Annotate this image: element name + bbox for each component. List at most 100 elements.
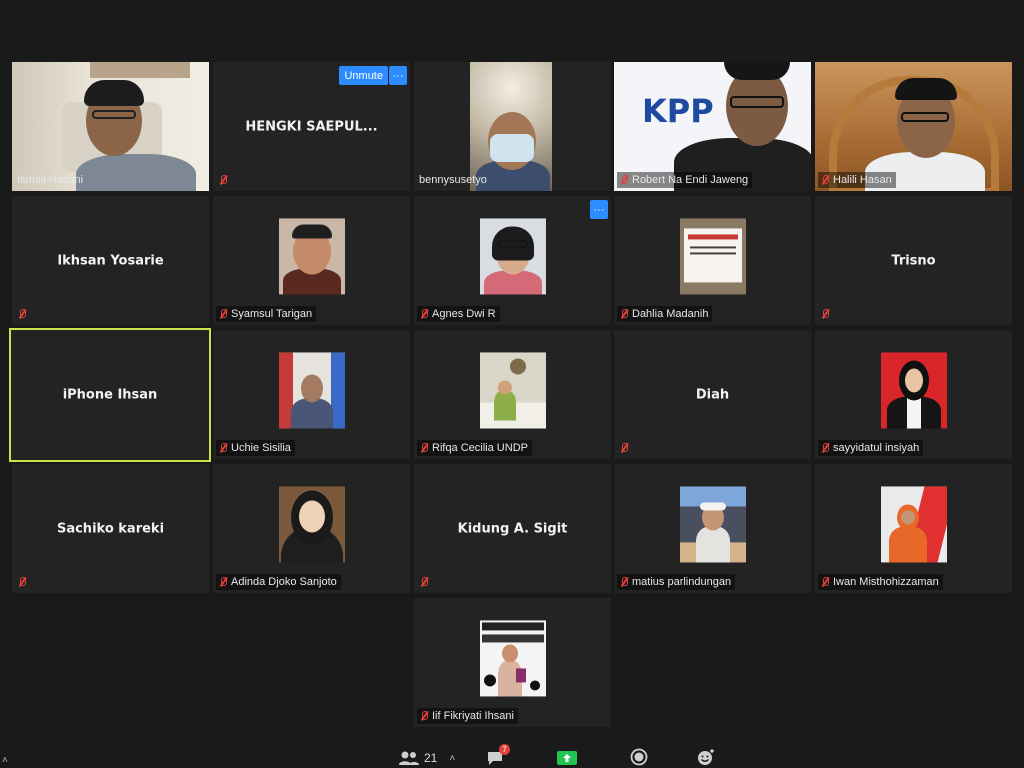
- participant-name-label: [417, 574, 433, 590]
- participant-name: sayyidatul insiyah: [833, 442, 920, 454]
- participant-tile[interactable]: matius parlindungan: [614, 464, 811, 593]
- participant-name-label: [617, 440, 633, 456]
- participant-name: Ismail Hasani: [17, 174, 84, 186]
- participant-name: Dahlia Madanih: [632, 308, 709, 320]
- record-button[interactable]: [630, 748, 648, 766]
- participant-name-label: Ismail Hasani: [15, 172, 87, 188]
- participant-tile[interactable]: Adinda Djoko Sanjoto: [213, 464, 410, 593]
- participant-name: HENGKI SAEPUL...: [245, 119, 378, 134]
- mic-muted-icon: [218, 174, 228, 186]
- profile-photo: [679, 485, 746, 562]
- participant-name-label: [15, 574, 31, 590]
- participant-tile[interactable]: Dahlia Madanih: [614, 196, 811, 325]
- mic-muted-icon: [419, 442, 429, 454]
- participant-name: matius parlindungan: [632, 576, 732, 588]
- participant-name-label: Adinda Djoko Sanjoto: [216, 574, 341, 590]
- gallery-grid: Ismail Hasani HENGKI SAEPUL... Unmute ··…: [0, 0, 1024, 768]
- participant-tile[interactable]: bennysusetyo: [414, 62, 611, 191]
- profile-photo: [278, 217, 345, 294]
- share-screen-button[interactable]: [556, 750, 578, 766]
- mic-muted-icon: [820, 576, 830, 588]
- participant-name: bennysusetyo: [419, 174, 487, 186]
- participant-name: Iwan Misthohizzaman: [833, 576, 939, 588]
- participant-name: Halili Hasan: [833, 174, 892, 186]
- chat-unread-badge: 7: [499, 744, 510, 755]
- reactions-button[interactable]: [696, 748, 716, 766]
- participant-tile[interactable]: Diah: [614, 330, 811, 459]
- participant-name-label: Iif Fikriyati Ihsani: [417, 708, 518, 724]
- toolbar-left-caret[interactable]: ˄: [2, 755, 8, 766]
- participant-name: Uchie Sisilia: [231, 442, 291, 454]
- participant-name: iPhone Ihsan: [62, 387, 158, 403]
- mic-muted-icon: [218, 576, 228, 588]
- participant-name-label: matius parlindungan: [617, 574, 736, 590]
- mic-muted-icon: [619, 442, 629, 454]
- backdrop-logo-text: KPP: [642, 92, 714, 130]
- participant-tile-active-speaker[interactable]: iPhone Ihsan: [9, 328, 211, 462]
- mic-muted-icon: [17, 576, 27, 588]
- profile-photo: [880, 351, 947, 428]
- participant-tile[interactable]: Halili Hasan: [815, 62, 1012, 191]
- participant-name: Kidung A. Sigit: [457, 521, 568, 536]
- participant-name-label: Uchie Sisilia: [216, 440, 295, 456]
- mic-muted-icon: [419, 576, 429, 588]
- participants-count: 21: [424, 751, 438, 765]
- participant-tile[interactable]: Syamsul Tarigan: [213, 196, 410, 325]
- profile-photo: [479, 351, 546, 428]
- participant-tile[interactable]: Iif Fikriyati Ihsani: [414, 598, 611, 727]
- participant-name: Sachiko kareki: [56, 521, 165, 536]
- profile-photo: [880, 485, 947, 562]
- participant-name-label: [216, 172, 232, 188]
- more-options-button[interactable]: ···: [590, 200, 608, 219]
- reactions-icon: [698, 749, 714, 765]
- participant-name-label: sayyidatul insiyah: [818, 440, 924, 456]
- participant-tile[interactable]: Trisno: [815, 196, 1012, 325]
- participant-tile[interactable]: Uchie Sisilia: [213, 330, 410, 459]
- more-options-button[interactable]: ···: [389, 66, 407, 85]
- chat-icon-wrap: 7: [486, 744, 510, 766]
- profile-photo: [479, 619, 546, 696]
- participant-tile[interactable]: ··· Agnes Dwi R: [414, 196, 611, 325]
- profile-photo: [479, 217, 546, 294]
- participant-tile[interactable]: Iwan Misthohizzaman: [815, 464, 1012, 593]
- meeting-toolbar: ˄ 21 ˄ 7: [0, 744, 1024, 768]
- participant-name: Adinda Djoko Sanjoto: [231, 576, 337, 588]
- participant-name: Syamsul Tarigan: [231, 308, 313, 320]
- participant-name-label: Agnes Dwi R: [417, 306, 500, 322]
- participant-name-label: Robert Na Endi Jaweng: [617, 172, 753, 188]
- participant-tile[interactable]: Kidung A. Sigit: [414, 464, 611, 593]
- participant-tile[interactable]: Ismail Hasani: [12, 62, 209, 191]
- mic-muted-icon: [218, 442, 228, 454]
- profile-photo: [278, 351, 345, 428]
- participant-name-label: [15, 306, 31, 322]
- unmute-button[interactable]: Unmute: [339, 66, 388, 85]
- participant-tile[interactable]: sayyidatul insiyah: [815, 330, 1012, 459]
- participant-name-label: Dahlia Madanih: [617, 306, 713, 322]
- participant-tile[interactable]: HENGKI SAEPUL... Unmute ···: [213, 62, 410, 191]
- participant-tile[interactable]: Rifqa Cecilia UNDP: [414, 330, 611, 459]
- participant-name-label: Syamsul Tarigan: [216, 306, 317, 322]
- mic-muted-icon: [419, 710, 429, 722]
- chevron-up-icon: ˄: [2, 755, 8, 766]
- participant-name: Rifqa Cecilia UNDP: [432, 442, 528, 454]
- participant-name-label: Iwan Misthohizzaman: [818, 574, 943, 590]
- participant-tile[interactable]: Sachiko kareki: [12, 464, 209, 593]
- participants-button[interactable]: 21 ˄: [398, 750, 455, 766]
- chevron-up-icon[interactable]: ˄: [449, 753, 455, 764]
- participant-tile[interactable]: KPP Robert Na Endi Jaweng: [614, 62, 811, 191]
- participant-name-label: Rifqa Cecilia UNDP: [417, 440, 532, 456]
- chat-button[interactable]: 7: [486, 744, 510, 766]
- participant-name: Iif Fikriyati Ihsani: [432, 710, 514, 722]
- mic-muted-icon: [619, 576, 629, 588]
- participant-tile[interactable]: Ikhsan Yosarie: [12, 196, 209, 325]
- record-icon: [630, 748, 648, 766]
- share-screen-icon: [557, 751, 577, 765]
- mic-muted-icon: [619, 174, 629, 186]
- mic-muted-icon: [419, 308, 429, 320]
- mic-muted-icon: [218, 308, 228, 320]
- mic-muted-icon: [820, 308, 830, 320]
- mic-muted-icon: [820, 442, 830, 454]
- participants-icon: [399, 751, 419, 765]
- participant-name-label: bennysusetyo: [417, 172, 491, 188]
- mic-muted-icon: [820, 174, 830, 186]
